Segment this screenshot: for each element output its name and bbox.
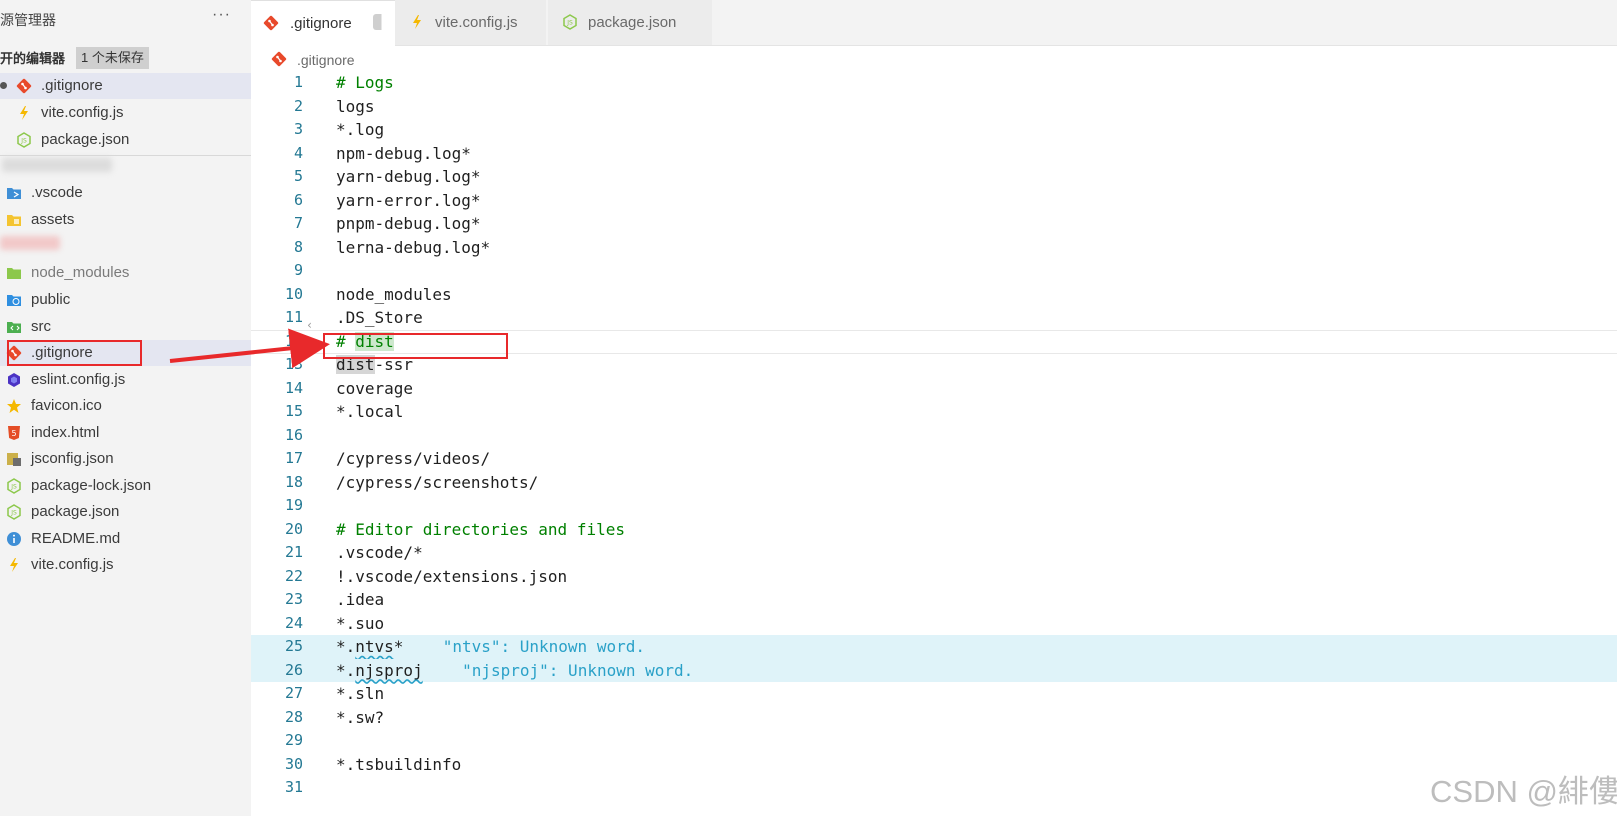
watermark: CSDN @緋僂	[1430, 774, 1617, 809]
annotation-arrow	[169, 328, 330, 369]
